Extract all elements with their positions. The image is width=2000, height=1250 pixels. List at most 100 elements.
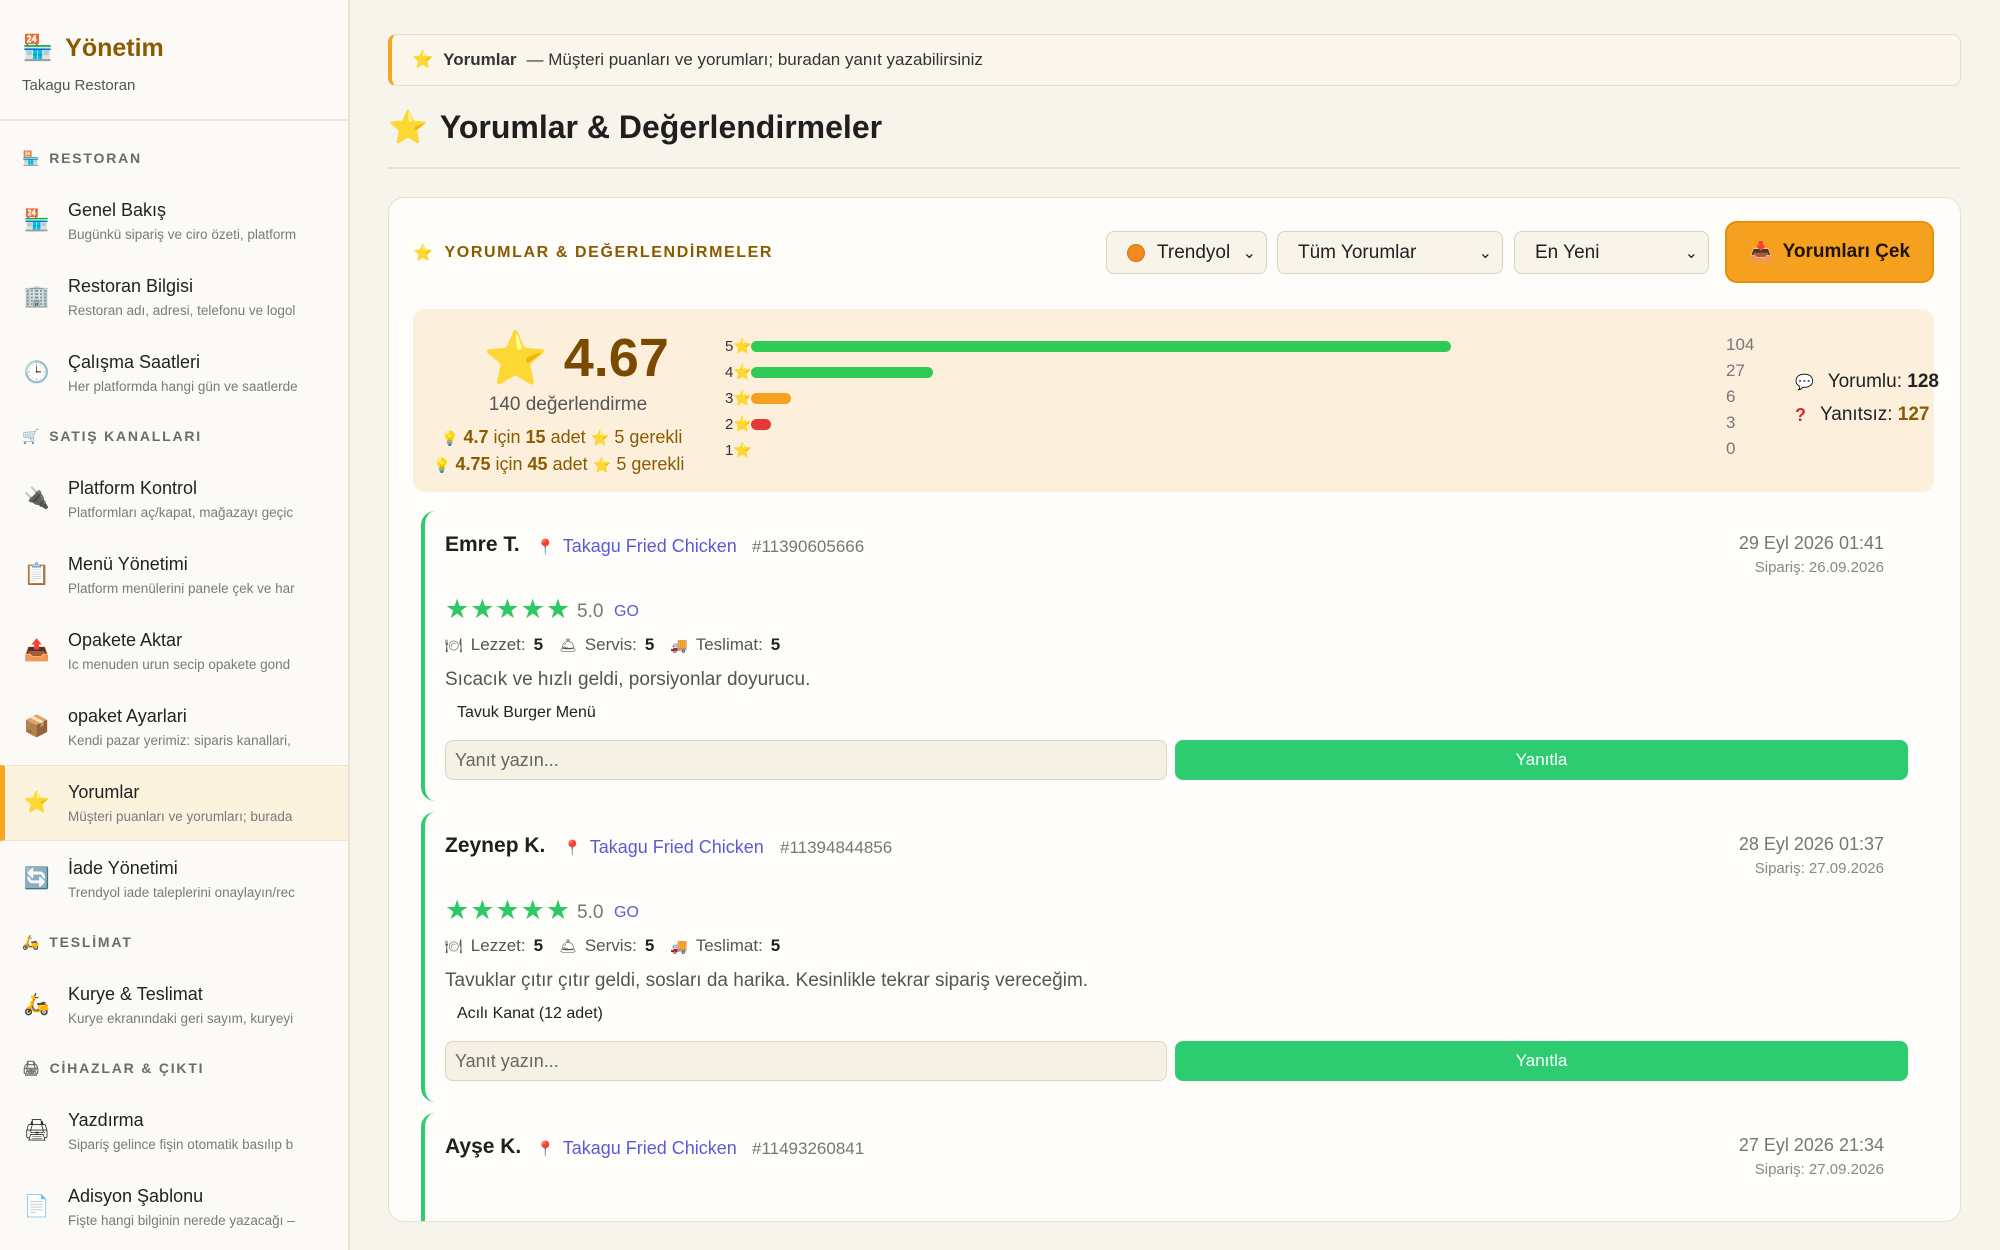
section-satis-kanallari: 🛒 SATIŞ KANALLARI bbox=[0, 425, 348, 447]
section-label: TESLİMAT bbox=[49, 934, 133, 950]
target-mid: için bbox=[495, 454, 523, 474]
info-banner: ⭐ Yorumlar — Müşteri puanları ve yorumla… bbox=[388, 34, 1961, 86]
sidebar-item-label: Yorumlar bbox=[68, 782, 140, 802]
service-label: Servis: bbox=[584, 635, 637, 654]
sidebar-item-label: Platform Kontrol bbox=[68, 478, 198, 498]
commented-stat: 💬 Yorumlu: 128 bbox=[1795, 371, 1939, 393]
distribution-row-2: 2⭐ bbox=[725, 414, 771, 434]
lightbulb-icon: 💡 bbox=[441, 430, 459, 446]
sidebar-item-opaket-ayarlari[interactable]: 📦 opaket Ayarlari Kendi pazar yerimiz: sip… bbox=[0, 689, 348, 765]
order-number: #11390605666 bbox=[752, 537, 865, 556]
taste-label: Lezzet: bbox=[470, 635, 526, 654]
distribution-count: 6 bbox=[1726, 387, 1736, 406]
chevron-down-icon: ⌄ bbox=[1478, 245, 1492, 262]
sidebar-item-opakete-aktar[interactable]: 📤 Opakete Aktar Ic menuden urun secip opak… bbox=[0, 613, 348, 689]
distribution-count: 3 bbox=[1726, 413, 1736, 432]
delivery-label: Teslimat: bbox=[695, 936, 763, 955]
ordered-item: Acılı Kanat (12 adet) bbox=[457, 1005, 603, 1022]
fetch-reviews-button[interactable]: 📥 Yorumları Çek bbox=[1725, 221, 1934, 283]
card-heading: YORUMLAR & DEĞERLENDİRMELER bbox=[444, 244, 774, 261]
banner-text: — Müşteri puanları ve yorumları; buradan… bbox=[526, 50, 983, 69]
reply-button[interactable]: Yanıtla bbox=[1175, 1041, 1908, 1081]
sidebar-item-yorumlar[interactable]: ⭐ Yorumlar Müşteri puanları ve yorumları; … bbox=[0, 765, 348, 841]
sidebar-item-desc: Bugünkü sipariş ve ciro özeti, platform bbox=[68, 227, 297, 242]
branch-name: Takagu Fried Chicken bbox=[562, 1138, 737, 1158]
branch-link[interactable]: 📍 Takagu Fried Chicken bbox=[536, 1138, 737, 1159]
sidebar-item-iade-yonetimi[interactable]: 🔄 İade Yönetimi Trendyol iade taleplerini … bbox=[0, 841, 348, 917]
sidebar-brand: 🏪 Yönetim Takagu Restoran bbox=[0, 0, 348, 121]
review-item: Zeynep K. 📍 Takagu Fried Chicken #1139484… bbox=[421, 812, 1910, 1102]
taste-value: 5 bbox=[533, 635, 544, 654]
sidebar-item-desc: Platform menülerini panele çek ve har bbox=[68, 581, 295, 596]
distribution-bar bbox=[751, 340, 1451, 352]
unanswered-count: 127 bbox=[1897, 404, 1930, 425]
service-label: Servis: bbox=[584, 936, 637, 955]
star-icon: ⭐ bbox=[483, 329, 548, 388]
service-value: 5 bbox=[644, 635, 655, 654]
distribution-row-4: 4⭐ bbox=[725, 362, 933, 382]
review-text: Tavuklar çıtır çıtır geldi, sosları da h… bbox=[445, 970, 1089, 991]
review-date: 28 Eyl 2026 01:37 bbox=[1738, 834, 1884, 854]
sidebar-item-label: Kurye & Teslimat bbox=[68, 984, 203, 1004]
target-stars: 5 gerekli bbox=[616, 454, 685, 474]
package-icon: 📦 bbox=[23, 715, 51, 738]
sidebar-item-desc: Trendyol iade taleplerini onaylayın/rec bbox=[68, 885, 295, 900]
divider bbox=[388, 167, 1961, 169]
reply-input[interactable] bbox=[445, 1041, 1167, 1081]
commented-count: 128 bbox=[1907, 371, 1939, 392]
sidebar-item-kurye-teslimat[interactable]: 🛵 Kurye & Teslimat Kurye ekranındaki geri … bbox=[0, 967, 348, 1043]
outbox-icon: 📤 bbox=[23, 639, 51, 662]
delivery-label: Teslimat: bbox=[695, 635, 763, 654]
reviewer-name: Emre T. bbox=[445, 533, 520, 556]
printer-icon: 🖨 bbox=[22, 1059, 42, 1076]
distribution-star-label: 1⭐ bbox=[725, 442, 753, 459]
ordered-item: Tavuk Burger Menü bbox=[457, 704, 596, 721]
sidebar-item-desc: Kurye ekranındaki geri sayım, kuryeyi bbox=[68, 1011, 294, 1026]
filter-select[interactable]: Tüm Yorumlar ⌄ bbox=[1277, 231, 1503, 274]
target-count: 45 bbox=[527, 454, 548, 474]
sidebar-item-label: Opakete Aktar bbox=[68, 630, 183, 650]
reply-input[interactable] bbox=[445, 740, 1167, 780]
distribution-row-1: 1⭐ bbox=[725, 440, 753, 460]
sidebar-item-platform-kontrol[interactable]: 🔌 Platform Kontrol Platformları aç/kapat, … bbox=[0, 461, 348, 537]
sort-select[interactable]: En Yeni ⌄ bbox=[1514, 231, 1709, 274]
branch-link[interactable]: 📍 Takagu Fried Chicken bbox=[563, 837, 764, 858]
sidebar-item-adisyon-sablonu[interactable]: 📄 Adisyon Şablonu Fişte hangi bilginin ner… bbox=[0, 1169, 348, 1245]
fetch-reviews-label: Yorumları Çek bbox=[1782, 241, 1911, 262]
sidebar-item-calisma-saatleri[interactable]: 🕒 Çalışma Saatleri Her platformda hangi gü… bbox=[0, 335, 348, 411]
sub-ratings: 🍽 Lezzet: 5 🛎 Servis: 5 🚚 Teslimat: 5 bbox=[445, 635, 780, 655]
platform-select[interactable]: Trendyol ⌄ bbox=[1106, 231, 1267, 274]
sidebar-item-menu-yonetimi[interactable]: 📋 Menü Yönetimi Platform menülerini panele… bbox=[0, 537, 348, 613]
sub-ratings: 🍽 Lezzet: 5 🛎 Servis: 5 🚚 Teslimat: 5 bbox=[445, 936, 780, 956]
target-mid: için bbox=[493, 427, 521, 447]
brand-title-row: 🏪 Yönetim bbox=[22, 34, 326, 63]
sidebar-item-label: Genel Bakış bbox=[68, 200, 167, 220]
sidebar-item-genel-bakis[interactable]: 🏪 Genel Bakış Bugünkü sipariş ve ciro özet… bbox=[0, 183, 348, 259]
sidebar-item-desc: Kendi pazar yerimiz: siparis kanallari, bbox=[68, 733, 291, 748]
section-restoran: 🏪 RESTORAN bbox=[0, 147, 348, 169]
reviewer-name: Zeynep K. bbox=[445, 834, 546, 857]
store-icon: 🏪 bbox=[23, 209, 51, 232]
order-number: #11493260841 bbox=[752, 1139, 865, 1158]
main-content: ⭐ Yorumlar — Müşteri puanları ve yorumla… bbox=[350, 0, 2000, 1250]
star-rating: ★★★★★ bbox=[445, 895, 572, 925]
distribution-bar bbox=[751, 366, 933, 378]
reply-button[interactable]: Yanıtla bbox=[1175, 740, 1908, 780]
sort-select-value: En Yeni bbox=[1535, 241, 1600, 263]
sidebar-item-yazdirma[interactable]: 🖨 Yazdırma Sipariş gelince fişin otomatik … bbox=[0, 1093, 348, 1169]
bell-icon: 🛎 bbox=[559, 636, 577, 653]
target-score: 4.75 bbox=[455, 454, 491, 474]
distribution-row-5: 5⭐ bbox=[725, 336, 1451, 356]
target-unit: adet bbox=[550, 427, 586, 447]
sidebar-item-label: İade Yönetimi bbox=[68, 858, 178, 878]
section-teslimat: 🛵 TESLİMAT bbox=[0, 931, 348, 953]
speech-bubble-icon: 💬 bbox=[1795, 374, 1814, 391]
sidebar-item-desc: Platformları aç/kapat, mağazayı geçic bbox=[68, 505, 294, 520]
truck-icon: 🚚 bbox=[670, 937, 688, 954]
sidebar-item-desc: Restoran adı, adresi, telefonu ve logol bbox=[68, 303, 296, 318]
sidebar-item-restoran-bilgisi[interactable]: 🏢 Restoran Bilgisi Restoran adı, adresi, t… bbox=[0, 259, 348, 335]
branch-link[interactable]: 📍 Takagu Fried Chicken bbox=[536, 536, 737, 557]
review-count: 140 değerlendirme bbox=[488, 394, 648, 415]
pin-icon: 📍 bbox=[536, 1140, 555, 1158]
scooter-icon: 🛵 bbox=[23, 993, 51, 1016]
